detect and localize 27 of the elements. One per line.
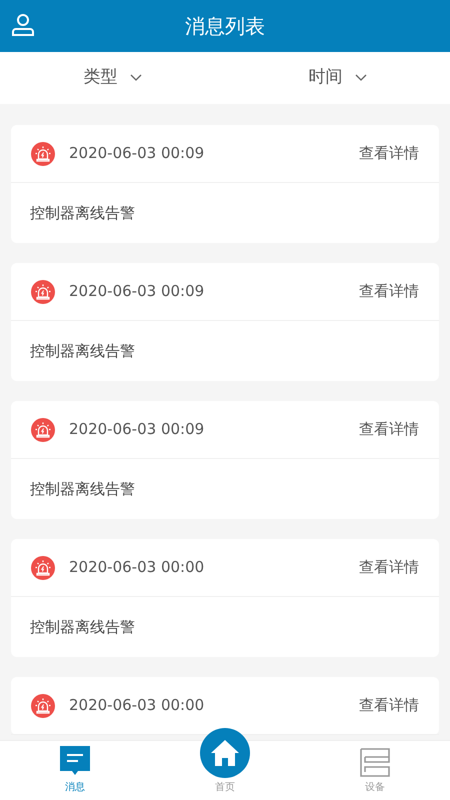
message-time: 2020-06-03 00:00	[69, 695, 204, 716]
nav-tab[interactable]: 消息	[0, 744, 150, 800]
alarm-icon	[31, 418, 55, 442]
alarm-icon	[31, 694, 55, 718]
alarm-icon	[31, 556, 55, 580]
page-title: 消息列表	[185, 13, 265, 40]
view-details-link[interactable]: 查看详情	[359, 694, 419, 717]
message-time: 2020-06-03 00:09	[69, 419, 204, 440]
alarm-icon	[31, 280, 55, 304]
alarm-icon	[31, 142, 55, 166]
message-time: 2020-06-03 00:09	[69, 281, 204, 302]
message-text: 控制器离线告警	[30, 340, 135, 362]
message-time: 2020-06-03 00:00	[69, 557, 204, 578]
message-time: 2020-06-03 00:09	[69, 143, 204, 164]
chevron-down-icon	[130, 74, 142, 82]
view-details-link[interactable]: 查看详情	[359, 142, 419, 165]
message-text: 控制器离线告警	[30, 478, 135, 500]
view-details-link[interactable]: 查看详情	[359, 556, 419, 579]
user-icon[interactable]	[11, 13, 35, 37]
device-icon	[359, 746, 391, 778]
filter-dropdown[interactable]: 类型	[0, 52, 225, 104]
filter-dropdown[interactable]: 时间	[225, 52, 450, 104]
view-details-link[interactable]: 查看详情	[359, 280, 419, 303]
message-text: 控制器离线告警	[30, 616, 135, 638]
chevron-down-icon	[354, 74, 366, 82]
view-details-link[interactable]: 查看详情	[359, 418, 419, 441]
message-text: 控制器离线告警	[30, 202, 135, 224]
